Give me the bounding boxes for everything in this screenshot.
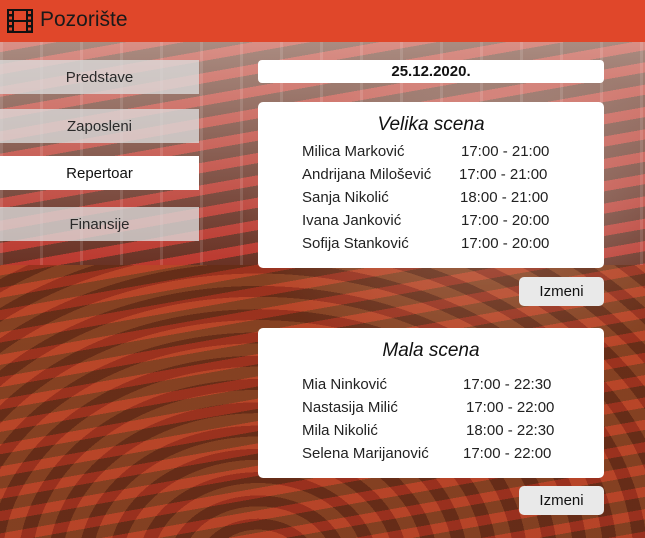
schedule-row: Selena Marijanović 17:00 - 22:00 (258, 445, 604, 468)
shift-time: 17:00 - 20:00 (461, 212, 550, 229)
shift-time: 17:00 - 21:00 (461, 143, 550, 160)
schedule-row: Nastasija Milić 17:00 - 22:00 (258, 399, 604, 422)
app-header: Pozorište (0, 0, 645, 42)
schedule-row: Mila Nikolić 18:00 - 22:30 (258, 422, 604, 445)
nav-item-predstave[interactable]: Predstave (0, 60, 199, 94)
shift-time: 17:00 - 21:00 (459, 166, 548, 183)
stage-card-velika: Velika scena Milica Marković 17:00 - 21:… (258, 102, 604, 268)
employee-name: Andrijana Milošević (302, 166, 432, 183)
nav-item-zaposleni[interactable]: Zaposleni (0, 109, 199, 143)
employee-name: Milica Marković (302, 143, 405, 160)
shift-time: 17:00 - 22:00 (463, 445, 552, 462)
edit-mala-scena-button[interactable]: Izmeni (519, 486, 604, 515)
employee-name: Ivana Janković (302, 212, 402, 229)
employee-name: Sanja Nikolić (302, 189, 389, 206)
nav-item-repertoar[interactable]: Repertoar (0, 156, 199, 190)
employee-name: Selena Marijanović (302, 445, 429, 462)
edit-velika-scena-button[interactable]: Izmeni (519, 277, 604, 306)
schedule-row: Mia Ninković 17:00 - 22:30 (258, 376, 604, 399)
shift-time: 18:00 - 22:30 (466, 422, 555, 439)
nav-item-finansije[interactable]: Finansije (0, 207, 199, 241)
shift-time: 17:00 - 22:00 (466, 399, 555, 416)
employee-name: Mia Ninković (302, 376, 388, 393)
repertoire-date: 25.12.2020. (258, 60, 604, 83)
shift-time: 18:00 - 21:00 (460, 189, 549, 206)
shift-time: 17:00 - 22:30 (463, 376, 552, 393)
employee-name: Mila Nikolić (302, 422, 378, 439)
employee-name: Sofija Stanković (302, 235, 409, 252)
schedule-row: Sanja Nikolić 18:00 - 21:00 (258, 189, 604, 212)
film-strip-icon (7, 9, 33, 33)
schedule-row: Sofija Stanković 17:00 - 20:00 (258, 235, 604, 258)
schedule-row: Milica Marković 17:00 - 21:00 (258, 143, 604, 166)
app-title: Pozorište (40, 8, 128, 31)
stage-title: Velika scena (377, 114, 485, 135)
stage-title: Mala scena (382, 340, 480, 361)
employee-name: Nastasija Milić (302, 399, 398, 416)
shift-time: 17:00 - 20:00 (461, 235, 550, 252)
stage-card-mala: Mala scena Mia Ninković 17:00 - 22:30 Na… (258, 328, 604, 478)
schedule-row: Andrijana Milošević 17:00 - 21:00 (258, 166, 604, 189)
schedule-row: Ivana Janković 17:00 - 20:00 (258, 212, 604, 235)
